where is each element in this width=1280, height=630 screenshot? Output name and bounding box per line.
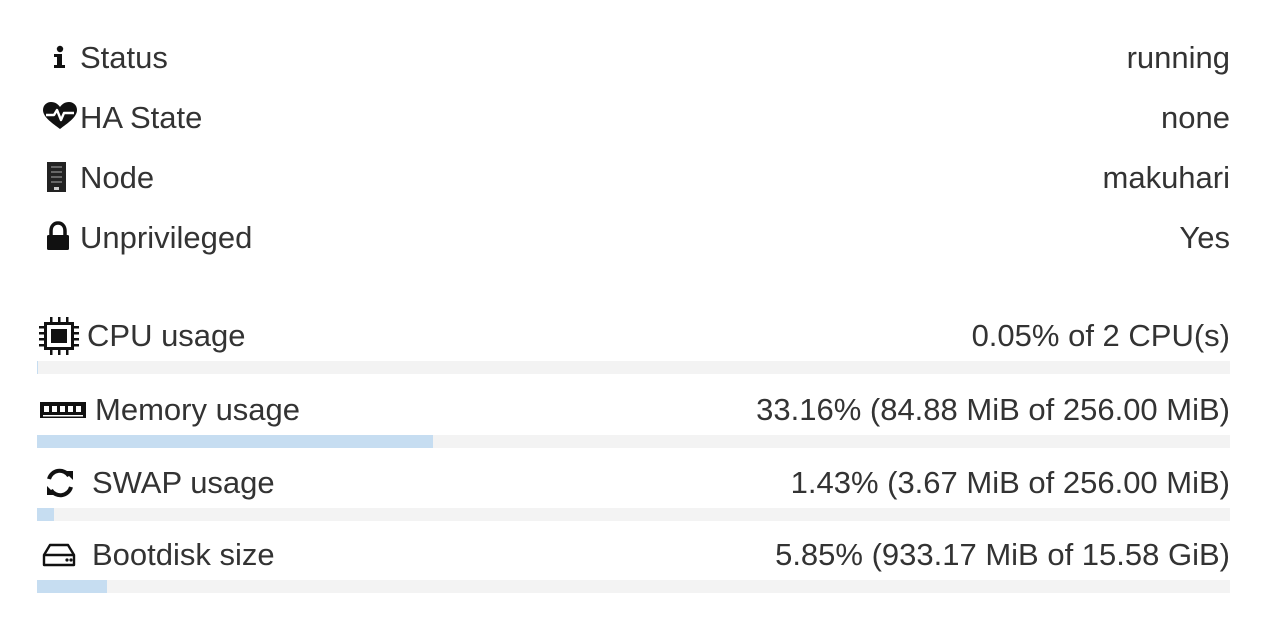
node-value: makuhari [1102,160,1231,195]
bootdisk-usage-bar-fill [37,580,107,593]
swap-usage-bar-fill [37,508,55,521]
swap-usage-label: SWAP usage [92,465,275,500]
node-row: Node makuhari [40,158,1230,198]
memory-usage-bar [37,435,1230,448]
memory-icon [37,390,95,430]
heartbeat-icon [40,98,80,138]
server-icon [40,158,80,198]
cpu-usage-bar-fill [37,361,38,374]
info-icon [40,38,80,78]
status-summary-panel: Status running HA State none Node makuha… [0,0,1280,630]
status-row: Status running [40,38,1230,78]
status-value: running [1126,40,1230,75]
bootdisk-usage-label: Bootdisk size [92,537,275,572]
memory-usage-row: Memory usage 33.16% (84.88 MiB of 256.00… [37,390,1230,448]
swap-usage-bar [37,508,1230,521]
lock-icon [40,218,80,258]
ha-state-value: none [1161,100,1230,135]
unprivileged-row: Unprivileged Yes [40,218,1230,258]
memory-usage-value: 33.16% (84.88 MiB of 256.00 MiB) [756,392,1230,427]
ha-state-label: HA State [80,100,203,135]
hdd-icon [37,535,92,575]
status-label: Status [80,40,168,75]
refresh-icon [37,463,92,503]
cpu-usage-bar [37,361,1230,374]
bootdisk-usage-bar [37,580,1230,593]
swap-usage-value: 1.43% (3.67 MiB of 256.00 MiB) [790,465,1230,500]
memory-usage-bar-fill [37,435,433,448]
bootdisk-usage-value: 5.85% (933.17 MiB of 15.58 GiB) [775,537,1230,572]
bootdisk-usage-row: Bootdisk size 5.85% (933.17 MiB of 15.58… [37,535,1230,593]
cpu-usage-row: CPU usage 0.05% of 2 CPU(s) [37,316,1230,374]
cpu-usage-label: CPU usage [87,318,246,353]
memory-usage-label: Memory usage [95,392,301,427]
cpu-usage-value: 0.05% of 2 CPU(s) [971,318,1230,353]
swap-usage-row: SWAP usage 1.43% (3.67 MiB of 256.00 MiB… [37,463,1230,521]
unprivileged-value: Yes [1179,220,1230,255]
unprivileged-label: Unprivileged [80,220,253,255]
node-label: Node [80,160,155,195]
ha-state-row: HA State none [40,98,1230,138]
cpu-chip-icon [37,316,87,356]
